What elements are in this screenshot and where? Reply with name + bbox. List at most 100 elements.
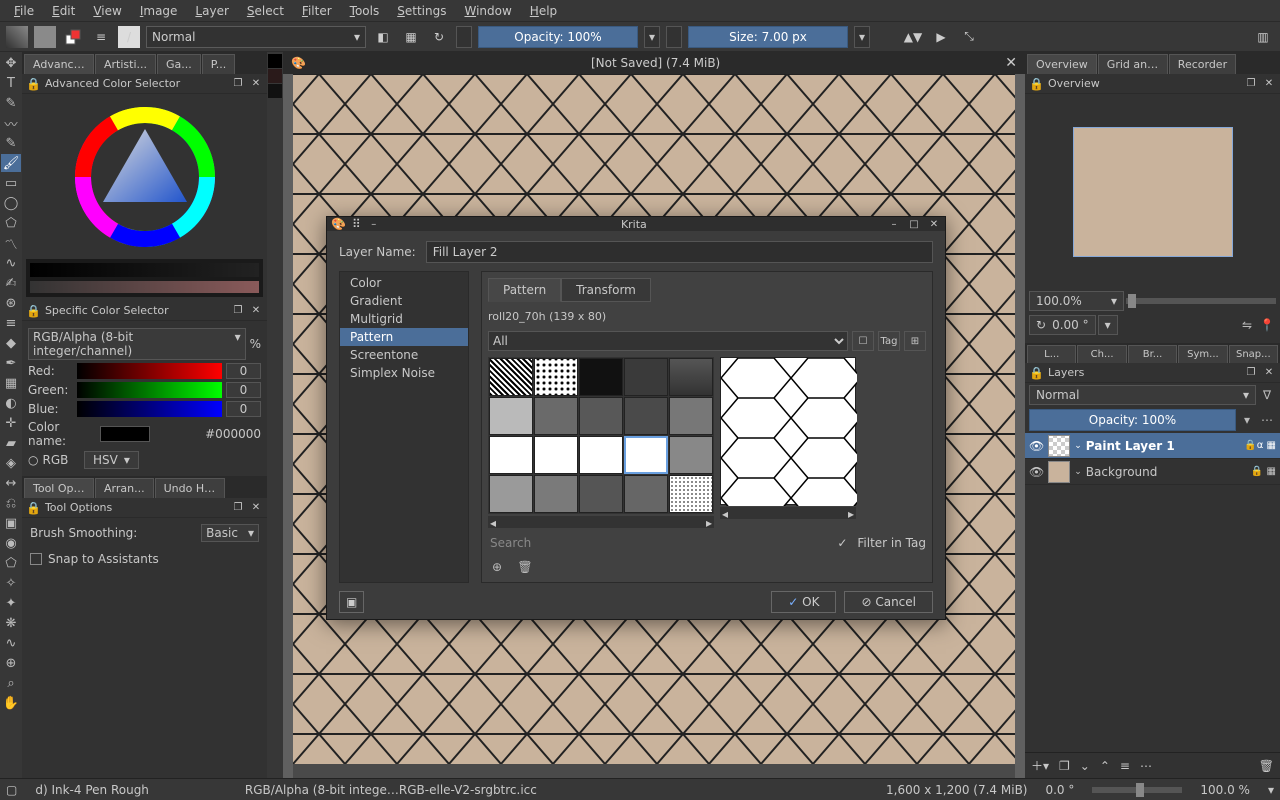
menu-window[interactable]: Window xyxy=(456,2,519,20)
ok-button[interactable]: ✓ OK xyxy=(771,591,836,613)
color-picker-icon[interactable]: ✛ xyxy=(1,414,21,432)
ref-tool-icon[interactable]: ⎌ xyxy=(1,494,21,512)
pattern-thumb[interactable] xyxy=(534,358,578,396)
alpha-lock-icon[interactable]: ▦ xyxy=(400,26,422,48)
menu-filter[interactable]: Filter xyxy=(294,2,340,20)
green-slider[interactable] xyxy=(77,382,222,398)
snap-checkbox[interactable] xyxy=(30,553,42,565)
float-icon[interactable]: ❐ xyxy=(231,501,245,515)
opts-icon[interactable]: ⋯ xyxy=(1258,411,1276,429)
pattern-thumb[interactable] xyxy=(669,397,713,435)
horizontal-scrollbar[interactable] xyxy=(293,764,1015,778)
menu-layer[interactable]: Layer xyxy=(187,2,236,20)
tab-tool-options[interactable]: Tool Optio... xyxy=(24,478,94,498)
pattern-tool-icon[interactable]: ▦ xyxy=(1,374,21,392)
pattern-thumb[interactable] xyxy=(489,475,533,513)
lock-icon[interactable]: 🔒 xyxy=(1029,366,1044,380)
menu-edit[interactable]: Edit xyxy=(44,2,83,20)
assist-tool-icon[interactable]: ◈ xyxy=(1,454,21,472)
type-multigrid[interactable]: Multigrid xyxy=(340,310,468,328)
line-tool-icon[interactable]: ✎ xyxy=(1,134,21,152)
type-pattern[interactable]: Pattern xyxy=(340,328,468,346)
close-icon[interactable]: ✕ xyxy=(1262,77,1276,91)
opacity-more-icon[interactable]: ▾ xyxy=(644,26,660,48)
subtab-pattern[interactable]: Pattern xyxy=(488,278,561,302)
layer-name-input[interactable] xyxy=(426,241,933,263)
multi-tool-icon[interactable]: ≡ xyxy=(1,314,21,332)
freehand-tool-icon[interactable]: 〰 xyxy=(1,114,21,132)
pattern-thumb[interactable] xyxy=(669,436,713,474)
pattern-thumb[interactable] xyxy=(669,475,713,513)
bezier-tool-icon[interactable]: ∿ xyxy=(1,254,21,272)
move-down-icon[interactable]: ⌄ xyxy=(1080,759,1090,773)
menu-image[interactable]: Image xyxy=(132,2,186,20)
rect-select-icon[interactable]: ▣ xyxy=(1,514,21,532)
pattern-thumb[interactable] xyxy=(489,397,533,435)
properties-icon[interactable]: ≡ xyxy=(1120,759,1130,773)
grid-scrollbar[interactable]: ◂▸ xyxy=(488,516,714,528)
wrap-icon[interactable]: ⤡ xyxy=(958,26,980,48)
color-preview[interactable] xyxy=(100,426,150,442)
pattern-swatch-icon[interactable] xyxy=(34,26,56,48)
lt-channels[interactable]: Ch... xyxy=(1077,345,1126,363)
pattern-thumb[interactable] xyxy=(489,436,533,474)
menu-icon[interactable]: ⋯ xyxy=(1140,759,1152,773)
type-gradient[interactable]: Gradient xyxy=(340,292,468,310)
type-simplex[interactable]: Simplex Noise xyxy=(340,364,468,382)
polyline-tool-icon[interactable]: 〽 xyxy=(1,234,21,252)
lock-icon[interactable]: 🔒 xyxy=(26,501,41,515)
layer-row[interactable]: 👁 ⌄ Background 🔒 ▦ xyxy=(1025,459,1280,485)
tag-button[interactable]: Tag xyxy=(878,331,900,351)
move-tool-icon[interactable]: ✥ xyxy=(1,54,21,72)
pin-icon[interactable]: 📍 xyxy=(1258,316,1276,334)
float-icon[interactable]: ❐ xyxy=(1244,77,1258,91)
layer-opacity-slider[interactable]: Opacity: 100% xyxy=(1029,409,1236,431)
magnetic-select-icon[interactable]: ⊕ xyxy=(1,654,21,672)
blue-slider[interactable] xyxy=(77,401,222,417)
pattern-thumb[interactable] xyxy=(534,475,578,513)
mirror-h-icon[interactable]: ▲▼ xyxy=(902,26,924,48)
pattern-thumb-selected[interactable] xyxy=(624,436,668,474)
tab-recorder[interactable]: Recorder xyxy=(1169,54,1236,74)
pattern-thumb[interactable] xyxy=(489,358,533,396)
swatch-1[interactable] xyxy=(268,69,282,83)
pattern-thumb[interactable] xyxy=(579,475,623,513)
bookmark-icon[interactable]: ☐ xyxy=(852,331,874,351)
delete-resource-icon[interactable]: 🗑 xyxy=(516,558,534,576)
lock-icon[interactable]: 🔒 xyxy=(1029,77,1044,91)
type-color[interactable]: Color xyxy=(340,274,468,292)
tab-palette[interactable]: P... xyxy=(202,54,235,74)
color-profile-select[interactable]: RGB/Alpha (8-bit integer/channel)▾ xyxy=(28,328,246,360)
tag-filter-select[interactable]: All xyxy=(488,331,848,351)
tab-arrange[interactable]: Arran... xyxy=(95,478,154,498)
float-icon[interactable]: ❐ xyxy=(231,77,245,91)
float-icon[interactable]: ❐ xyxy=(231,304,245,318)
close-icon[interactable]: ✕ xyxy=(927,219,941,230)
brush-tool-icon[interactable]: 🖌 xyxy=(1,154,21,172)
delete-layer-icon[interactable]: 🗑 xyxy=(1259,759,1274,773)
close-icon[interactable]: ✕ xyxy=(249,501,263,515)
similar-select-icon[interactable]: ❋ xyxy=(1,614,21,632)
menu-settings[interactable]: Settings xyxy=(389,2,454,20)
size-dropdown-icon[interactable] xyxy=(666,26,682,48)
pattern-thumb[interactable] xyxy=(579,358,623,396)
calligraphy-icon[interactable]: ✒ xyxy=(1,354,21,372)
contig-select-icon[interactable]: ✦ xyxy=(1,594,21,612)
free-select-icon[interactable]: ✧ xyxy=(1,574,21,592)
zoom-slider-status[interactable] xyxy=(1092,787,1182,793)
menu-file[interactable]: File xyxy=(6,2,42,20)
dialog-titlebar[interactable]: 🎨 ⠿ – Krita – □ ✕ xyxy=(327,217,945,231)
zoom-spin[interactable]: 100.0%▾ xyxy=(1029,291,1124,311)
bezier-select-icon[interactable]: ∿ xyxy=(1,634,21,652)
tab-gamut[interactable]: Ga... xyxy=(157,54,201,74)
swatch-black[interactable] xyxy=(268,54,282,68)
color-history-strip[interactable] xyxy=(26,259,263,297)
overview-canvas[interactable] xyxy=(1025,94,1280,289)
rgb-radio[interactable]: RGB xyxy=(42,453,68,467)
mirror-v-icon[interactable]: ▶ xyxy=(930,26,952,48)
red-value[interactable]: 0 xyxy=(226,363,261,379)
pattern-thumb[interactable] xyxy=(534,436,578,474)
lock-icon[interactable]: 🔒 xyxy=(26,77,41,91)
tab-undo-history[interactable]: Undo Hist... xyxy=(155,478,225,498)
close-document-icon[interactable]: ✕ xyxy=(1005,55,1017,71)
